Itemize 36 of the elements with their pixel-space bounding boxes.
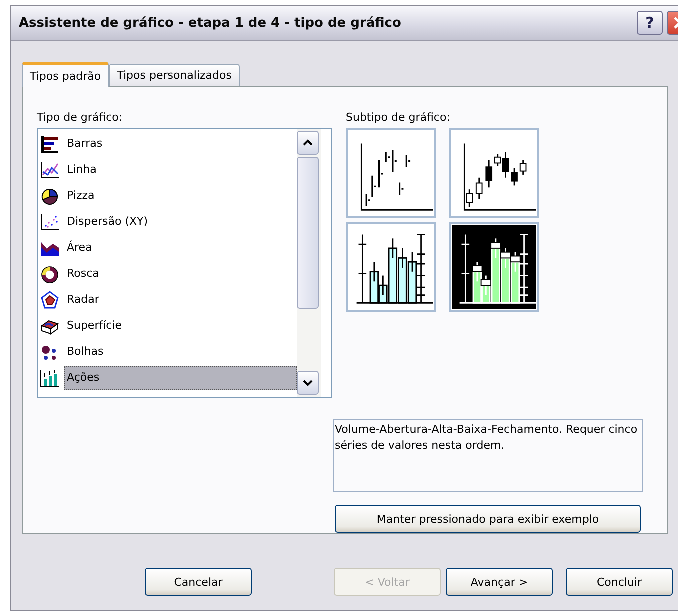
chart-type-item[interactable]: Bolhas bbox=[38, 339, 297, 365]
dialog-button[interactable]: Concluir bbox=[566, 568, 673, 596]
chart-type-item[interactable]: Superfície bbox=[38, 313, 297, 339]
chart-type-item[interactable]: Rosca bbox=[38, 261, 297, 287]
scroll-down-icon[interactable] bbox=[297, 371, 319, 395]
chart-subtype-label: Subtipo de gráfico: bbox=[346, 110, 452, 126]
chart-type-item[interactable]: Radar bbox=[38, 287, 297, 313]
dialog-button[interactable]: Cancelar bbox=[145, 568, 252, 596]
chart-subtype-option[interactable] bbox=[449, 128, 539, 218]
help-button[interactable]: ? bbox=[637, 11, 663, 35]
scroll-thumb[interactable] bbox=[297, 157, 319, 309]
dialog-button[interactable]: Avançar > bbox=[446, 568, 553, 596]
bar-chart-icon bbox=[40, 134, 60, 154]
tab[interactable]: Tipos padrão bbox=[22, 62, 110, 87]
chart-type-item[interactable]: Área bbox=[38, 235, 297, 261]
line-chart-icon bbox=[40, 160, 60, 180]
chart-subtype-option[interactable] bbox=[346, 222, 436, 312]
doughnut-chart-icon bbox=[40, 264, 60, 284]
radar-chart-icon bbox=[40, 290, 60, 310]
chart-subtype-option[interactable] bbox=[449, 222, 539, 312]
scrollbar[interactable] bbox=[297, 129, 321, 397]
chart-type-label: Tipo de gráfico: bbox=[37, 110, 124, 126]
stock-chart-icon bbox=[452, 224, 536, 310]
tab[interactable]: Tipos personalizados bbox=[109, 64, 240, 86]
chart-type-item[interactable]: Barras bbox=[38, 131, 297, 157]
chart-type-item[interactable]: Dispersão (XY) bbox=[38, 209, 297, 235]
chart-subtype-option[interactable] bbox=[346, 128, 436, 218]
window-title: Assistente de gráfico - etapa 1 de 4 - tipo de gráfico bbox=[19, 16, 402, 30]
pie-chart-icon bbox=[40, 186, 60, 206]
chart-type-item[interactable]: Pizza bbox=[38, 183, 297, 209]
preview-button[interactable]: Manter pressionado para exibir exemplo bbox=[335, 505, 641, 533]
stock-chart-icon bbox=[40, 368, 60, 388]
scatter-chart-icon bbox=[40, 212, 60, 232]
chart-type-item[interactable]: Linha bbox=[38, 157, 297, 183]
scroll-up-icon[interactable] bbox=[297, 131, 319, 155]
description-text: Volume-Abertura-Alta-Baixa-Fechamento. Requer cinco séries de valores nesta ordem. bbox=[335, 423, 638, 452]
